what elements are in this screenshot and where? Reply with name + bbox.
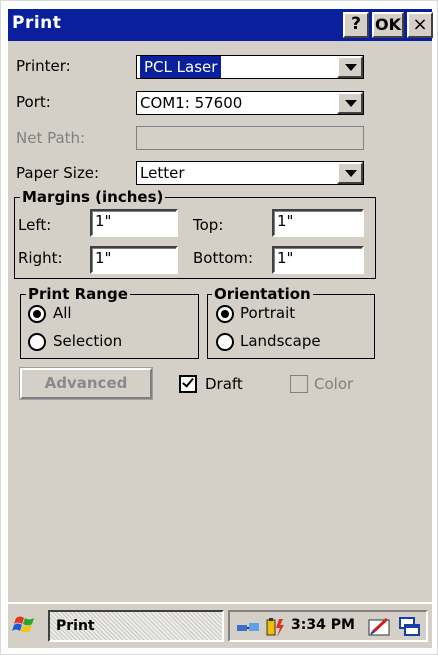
radio-all[interactable] xyxy=(28,305,46,323)
advanced-button[interactable]: Advanced xyxy=(19,367,153,400)
checkmark-icon xyxy=(182,375,194,388)
net-path-input[interactable] xyxy=(136,126,364,150)
radio-portrait[interactable] xyxy=(216,305,234,323)
print-range-title: Print Range xyxy=(26,285,130,303)
margins-title: Margins (inches) xyxy=(20,188,166,206)
system-tray: 3:34 PM xyxy=(228,610,428,642)
radio-landscape-label: Landscape xyxy=(240,332,321,350)
radio-all-label: All xyxy=(53,304,72,322)
net-path-label: Net Path: xyxy=(16,129,86,147)
port-label: Port: xyxy=(16,93,51,111)
switch-window-icon[interactable] xyxy=(398,616,422,642)
margin-right-label: Right: xyxy=(18,249,63,267)
margin-left-label: Left: xyxy=(18,216,52,234)
margin-top-input[interactable]: 1" xyxy=(272,209,364,237)
close-button[interactable]: × xyxy=(407,12,433,38)
taskbar-item-print[interactable]: Print xyxy=(48,610,224,642)
chevron-down-icon[interactable] xyxy=(337,92,363,114)
draft-label: Draft xyxy=(205,375,243,393)
printer-value: PCL Laser xyxy=(138,56,223,78)
orientation-title: Orientation xyxy=(212,285,313,303)
margin-top-label: Top: xyxy=(193,216,224,234)
help-button[interactable]: ? xyxy=(343,12,369,38)
input-panel-icon[interactable] xyxy=(367,616,393,642)
windows-start-icon[interactable] xyxy=(12,612,40,638)
ok-button[interactable]: OK xyxy=(372,12,404,38)
paper-size-value: Letter xyxy=(140,164,185,182)
network-icon[interactable] xyxy=(236,618,262,640)
margin-bottom-input[interactable]: 1" xyxy=(272,246,364,274)
device-screen: Print ? OK × Printer: PCL Laser Port: CO… xyxy=(0,0,438,655)
printer-label: Printer: xyxy=(16,57,71,75)
radio-selection-label: Selection xyxy=(53,332,123,350)
radio-landscape[interactable] xyxy=(216,333,234,351)
radio-selection[interactable] xyxy=(28,333,46,351)
radio-portrait-label: Portrait xyxy=(240,304,296,322)
port-dropdown[interactable]: COM1: 57600 xyxy=(136,91,364,115)
margin-bottom-label: Bottom: xyxy=(193,249,254,267)
window-title: Print xyxy=(12,13,62,33)
paper-size-dropdown[interactable]: Letter xyxy=(136,161,364,185)
color-checkbox[interactable] xyxy=(290,375,308,393)
title-bar: Print ? OK × xyxy=(8,9,433,41)
chevron-down-icon[interactable] xyxy=(337,56,363,78)
margin-left-input[interactable]: 1" xyxy=(90,209,178,237)
draft-checkbox[interactable] xyxy=(179,375,197,393)
chevron-down-icon[interactable] xyxy=(337,162,363,184)
battery-icon[interactable] xyxy=(264,616,286,642)
paper-size-label: Paper Size: xyxy=(16,164,100,182)
margin-right-input[interactable]: 1" xyxy=(90,246,178,274)
clock[interactable]: 3:34 PM xyxy=(291,617,355,633)
print-dialog: Printer: PCL Laser Port: COM1: 57600 Net… xyxy=(8,41,432,602)
printer-dropdown[interactable]: PCL Laser xyxy=(136,55,364,79)
taskbar: Print 3:34 PM xyxy=(8,602,432,648)
color-label: Color xyxy=(314,375,354,393)
port-value: COM1: 57600 xyxy=(140,94,243,112)
